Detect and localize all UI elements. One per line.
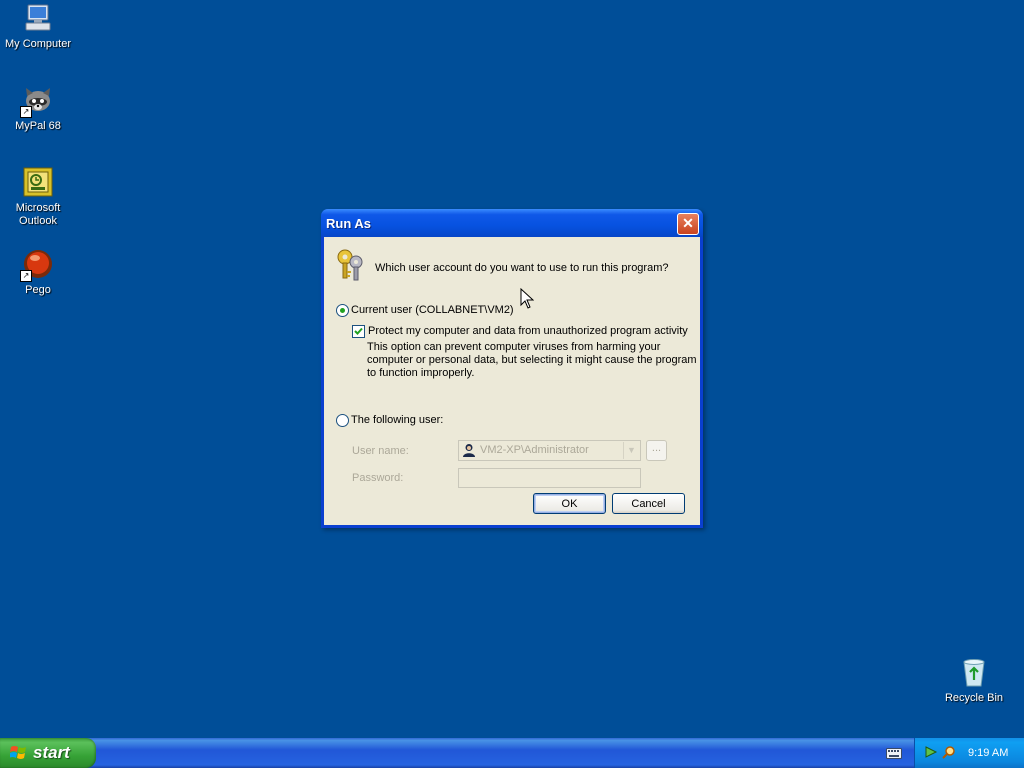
desktop-icon-mypal[interactable]: ↗ MyPal 68	[0, 84, 76, 133]
current-user-label[interactable]: Current user (COLLABNET\VM2)	[351, 304, 514, 316]
user-name-label: User name:	[352, 445, 409, 457]
dialog-body: Which user account do you want to use to…	[324, 237, 700, 525]
desktop-icon-recycle-bin[interactable]: Recycle Bin	[936, 656, 1012, 705]
checkmark-icon	[354, 327, 363, 335]
windows-flag-icon	[9, 745, 27, 761]
protect-checkbox[interactable]	[352, 325, 365, 338]
desktop-icon-outlook[interactable]: Microsoft Outlook	[0, 166, 76, 228]
dialog-title: Run As	[326, 216, 372, 231]
ok-button[interactable]: OK	[533, 493, 606, 514]
desktop-icon-label: MyPal 68	[15, 120, 61, 132]
desktop-icon-pego[interactable]: ↗ Pego	[0, 248, 76, 297]
start-button[interactable]: start	[0, 738, 96, 768]
password-label: Password:	[352, 472, 404, 484]
keyboard-icon[interactable]	[886, 746, 902, 760]
radio-selected-dot	[340, 308, 345, 313]
my-computer-icon	[22, 2, 54, 34]
desktop-icon-my-computer[interactable]: My Computer	[0, 2, 76, 51]
recycle-bin-icon	[958, 656, 990, 688]
close-icon: ✕	[682, 215, 694, 231]
network-icon[interactable]	[924, 745, 938, 759]
chevron-down-icon[interactable]: ▼	[623, 442, 639, 459]
browse-button[interactable]: ...	[646, 440, 667, 461]
desktop-icon-label: Pego	[25, 284, 51, 296]
protect-label[interactable]: Protect my computer and data from unauth…	[368, 325, 688, 337]
taskbar: start 9:19 AM	[0, 738, 1024, 768]
start-label: start	[33, 743, 70, 762]
raccoon-icon: ↗	[20, 84, 54, 118]
close-button[interactable]: ✕	[677, 213, 699, 235]
mouse-cursor-icon	[520, 287, 535, 313]
following-user-label[interactable]: The following user:	[351, 414, 443, 426]
desktop-icon-label: Microsoft Outlook	[15, 202, 61, 227]
clock[interactable]: 9:19 AM	[968, 747, 1008, 759]
current-user-radio[interactable]	[336, 304, 349, 317]
keys-icon	[334, 247, 368, 281]
shortcut-arrow-icon: ↗	[20, 270, 32, 282]
following-user-radio[interactable]	[336, 414, 349, 427]
password-field[interactable]	[458, 468, 641, 488]
outlook-icon	[22, 166, 54, 198]
system-tray: 9:19 AM	[914, 738, 1024, 768]
desktop-icon-label: My Computer	[4, 38, 72, 50]
cancel-button[interactable]: Cancel	[612, 493, 685, 514]
user-icon	[462, 443, 476, 457]
pego-icon: ↗	[20, 248, 54, 282]
user-name-combobox[interactable]: VM2-XP\Administrator ▼	[458, 440, 641, 461]
shortcut-arrow-icon: ↗	[20, 106, 32, 118]
user-name-value: VM2-XP\Administrator	[480, 444, 589, 456]
run-as-dialog: Run As ✕ Which user account do you want …	[321, 209, 703, 528]
protect-description: This option can prevent computer viruses…	[367, 341, 697, 379]
search-icon[interactable]	[942, 745, 956, 759]
desktop-icon-label: Recycle Bin	[944, 692, 1004, 704]
question-text: Which user account do you want to use to…	[375, 262, 669, 274]
dialog-titlebar[interactable]: Run As ✕	[321, 209, 703, 237]
